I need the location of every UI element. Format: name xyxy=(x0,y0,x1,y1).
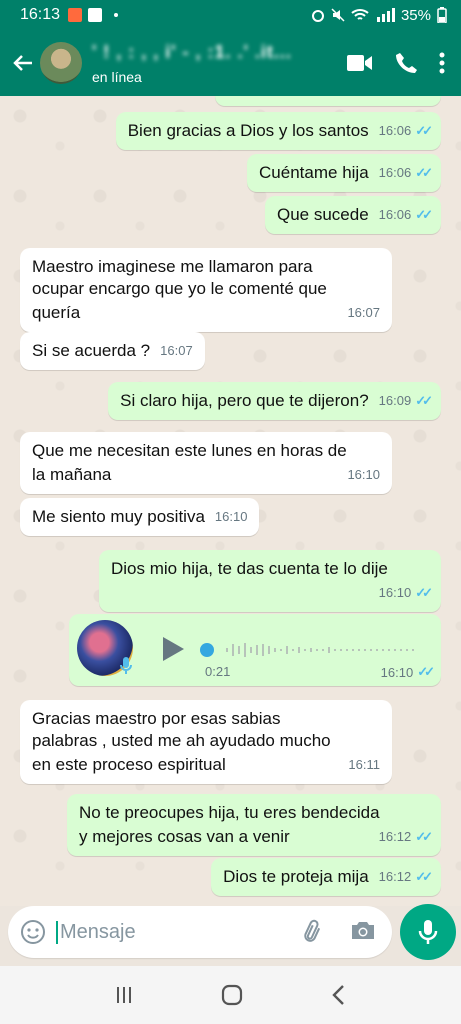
message-time: 16:10 xyxy=(380,664,414,680)
message-text: Si claro hija, pero que te dijeron? xyxy=(120,391,369,410)
message-outgoing[interactable]: Cuéntame hija 16:06 ✓✓ xyxy=(247,154,441,192)
message-text: No te preocupes hija, tu eres bendecida xyxy=(79,803,380,822)
message-text: Maestro imaginese me llamaron para xyxy=(32,257,313,276)
message-text: Gracias maestro por esas sabias xyxy=(32,709,281,728)
message-outgoing[interactable]: Si claro hija, pero que te dijeron? 16:0… xyxy=(108,382,441,420)
message-time: 16:11 xyxy=(348,757,380,772)
wifi-icon xyxy=(351,9,369,20)
arrow-left-icon xyxy=(13,55,32,71)
more-notifications-icon xyxy=(114,13,119,17)
message-time: 16:06 xyxy=(378,207,412,222)
alarm-icon xyxy=(311,10,324,22)
message-outgoing[interactable]: Dios mio hija, te das cuenta te lo dije … xyxy=(99,550,441,612)
mute-icon xyxy=(331,8,345,22)
message-time: 16:09 xyxy=(378,393,412,408)
read-ticks-icon: ✓✓ xyxy=(417,664,435,679)
message-text: palabras , usted me ah ayudado mucho xyxy=(32,731,331,750)
message-time: 16:06 xyxy=(378,123,412,138)
message-time: 16:07 xyxy=(347,305,380,320)
message-text: la mañana xyxy=(32,465,112,484)
message-outgoing[interactable]: No te preocupes hija, tu eres bendecida … xyxy=(67,794,441,856)
status-time: 16:13 xyxy=(20,6,61,23)
message-input[interactable] xyxy=(56,920,276,944)
play-icon[interactable] xyxy=(161,636,185,662)
message-time: 16:12 xyxy=(378,869,412,884)
recent-apps-icon[interactable] xyxy=(114,985,134,1005)
message-incoming[interactable]: Que me necesitan este lunes en horas de … xyxy=(20,432,392,494)
message-time: 16:10 xyxy=(347,467,380,482)
message-list[interactable]: Bien gracias a Dios y los santos 16:06 ✓✓… xyxy=(0,96,461,906)
contact-info[interactable]: ' ! , : , , i' - , :1. .' .it... en líne… xyxy=(92,42,347,85)
read-ticks-icon: ✓✓ xyxy=(415,829,433,844)
message-outgoing[interactable]: Bien gracias a Dios y los santos 16:06 ✓✓ xyxy=(115,112,441,150)
chat-header: ' ! , : , , i' - , :1. .' .it... en líne… xyxy=(0,30,461,96)
voice-message[interactable]: 0:21 16:10 ✓✓ xyxy=(69,614,441,686)
read-ticks-icon: ✓✓ xyxy=(415,165,433,180)
battery-icon xyxy=(437,7,447,23)
message-text: quería xyxy=(32,303,81,322)
message-text: Me siento muy positiva xyxy=(32,507,205,526)
message-text: Cuéntame hija xyxy=(259,163,369,182)
back-button[interactable] xyxy=(8,52,38,74)
message-outgoing[interactable]: Dios te proteja mija 16:12 ✓✓ xyxy=(211,858,441,896)
voice-call-icon[interactable] xyxy=(395,52,417,74)
read-ticks-icon: ✓✓ xyxy=(415,123,433,138)
message-text: Que me necesitan este lunes en horas de xyxy=(32,441,347,460)
emoji-icon[interactable] xyxy=(20,919,46,945)
message-time: 16:10 xyxy=(214,509,248,524)
home-icon[interactable] xyxy=(221,984,243,1006)
contact-name: ' ! , : , , i' - , :1. .' .it... xyxy=(92,41,292,62)
message-composer xyxy=(8,906,392,958)
voice-duration: 0:21 xyxy=(205,664,231,679)
read-ticks-icon: ✓✓ xyxy=(415,585,433,600)
contact-avatar[interactable] xyxy=(40,42,82,84)
audio-waveform[interactable] xyxy=(199,640,419,660)
message-text: Bien gracias a Dios y los santos xyxy=(127,121,369,140)
message-text: Si se acuerda ? xyxy=(32,341,151,360)
message-text: en este proceso espiritual xyxy=(32,755,226,774)
read-ticks-icon: ✓✓ xyxy=(415,207,433,222)
camera-icon[interactable] xyxy=(350,919,376,941)
voice-record-button[interactable] xyxy=(400,904,456,960)
message-incoming[interactable]: Maestro imaginese me llamaron para ocupa… xyxy=(20,248,392,332)
message-text: y mejores cosas van a venir xyxy=(79,827,290,846)
message-outgoing[interactable]: Que sucede 16:06 ✓✓ xyxy=(264,196,441,234)
status-bar: 16:13 35% xyxy=(0,0,461,30)
contact-status: en línea xyxy=(92,68,142,85)
message-outgoing-cut[interactable] xyxy=(215,96,441,106)
message-text: Que sucede xyxy=(276,205,369,224)
read-ticks-icon: ✓✓ xyxy=(415,393,433,408)
read-ticks-icon: ✓✓ xyxy=(415,869,433,884)
video-call-icon[interactable] xyxy=(347,54,373,72)
battery-percent: 35% xyxy=(400,6,431,24)
message-incoming[interactable]: Si se acuerda ? 16:07 xyxy=(20,332,205,370)
message-time: 16:10 xyxy=(378,585,412,600)
notification-gallery-icon xyxy=(88,8,103,22)
message-incoming[interactable]: Gracias maestro por esas sabias palabras… xyxy=(20,700,392,784)
mic-icon xyxy=(418,920,438,944)
attach-icon[interactable] xyxy=(300,919,324,945)
message-text: Dios mio hija, te das cuenta te lo dije xyxy=(111,559,388,578)
more-options-icon[interactable] xyxy=(439,52,445,74)
notification-app-icon xyxy=(68,8,83,22)
mic-icon xyxy=(120,657,132,674)
message-incoming[interactable]: Me siento muy positiva 16:10 xyxy=(20,498,260,536)
message-time: 16:12 xyxy=(378,829,412,844)
message-text: ocupar encargo que yo le comenté que xyxy=(32,279,327,298)
system-navigation-bar xyxy=(0,966,461,1024)
signal-icon xyxy=(376,8,395,22)
back-nav-icon[interactable] xyxy=(331,984,347,1006)
message-text: Dios te proteja mija xyxy=(223,867,369,886)
message-time: 16:07 xyxy=(160,343,193,358)
message-time: 16:06 xyxy=(378,165,412,180)
